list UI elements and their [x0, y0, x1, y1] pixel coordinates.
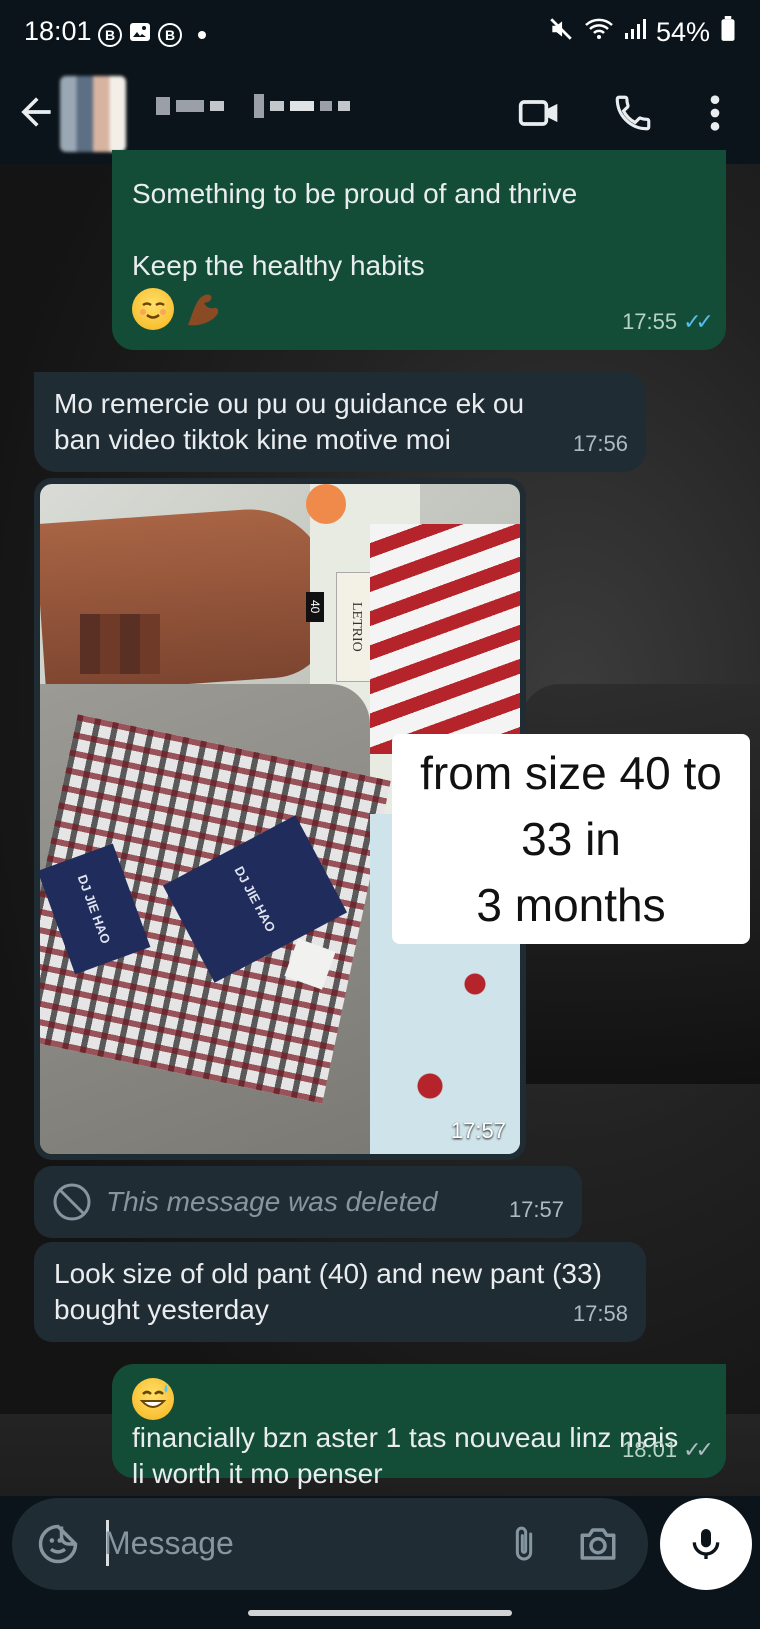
message-text-line: Keep the healthy habits: [132, 250, 425, 281]
camera-button[interactable]: [574, 1520, 622, 1568]
message-outgoing[interactable]: financially bzn aster 1 tas nouveau linz…: [112, 1364, 726, 1489]
b-badge-icon-2: B: [158, 22, 182, 47]
voice-call-button[interactable]: [606, 86, 660, 140]
camera-icon: [580, 1528, 616, 1560]
more-notifications-dot: [198, 30, 206, 39]
message-meta: 17:55 ✓✓: [622, 304, 714, 340]
system-nav-bar: [0, 1596, 760, 1629]
flexed-biceps-emoji: [182, 289, 222, 329]
message-time: 17:56: [572, 431, 628, 456]
message-time: 17:57: [508, 1197, 564, 1222]
status-right-icons: 54%: [548, 16, 736, 49]
message-meta: 17:58: [573, 1296, 628, 1332]
delivered-ticks-icon: ✓✓: [683, 1437, 714, 1462]
message-outgoing[interactable]: Something to be proud of and thrive Keep…: [112, 150, 726, 350]
message-meta: 17:56: [573, 426, 628, 462]
striped-fabric: [370, 524, 520, 754]
signal-icon: [624, 17, 646, 48]
deleted-message[interactable]: This message was deleted 17:57: [34, 1166, 582, 1238]
read-ticks-icon: ✓✓: [683, 309, 714, 334]
grinning-sweat-emoji: [132, 1378, 174, 1420]
message-text: Mo remercie ou pu ou guidance ek ou ban …: [54, 388, 525, 455]
wifi-icon: [584, 16, 614, 49]
message-text: Look size of old pant (40) and new pant …: [54, 1258, 602, 1325]
contact-avatar[interactable]: [60, 76, 126, 152]
microphone-icon: [692, 1529, 720, 1559]
video-call-button[interactable]: [512, 86, 566, 140]
message-composer[interactable]: Message: [12, 1498, 648, 1590]
message-body: financially bzn aster 1 tas nouveau linz…: [132, 1378, 692, 1492]
arrow-left-icon: [21, 97, 51, 127]
deleted-text: This message was deleted: [106, 1186, 438, 1217]
attach-button[interactable]: [500, 1520, 548, 1568]
gallery-icon: [128, 20, 152, 49]
message-meta: 17:57: [509, 1192, 564, 1228]
message-input[interactable]: Message: [104, 1525, 234, 1562]
battery-percent: 54%: [655, 17, 710, 47]
message-text: financially bzn aster 1 tas nouveau linz…: [132, 1422, 679, 1489]
size-40-tag: 40: [306, 592, 324, 622]
contact-name-redacted[interactable]: [156, 94, 350, 118]
image-time: 17:57: [450, 1118, 506, 1143]
image-overlay-caption: from size 40 to 33 in 3 months: [392, 734, 750, 944]
battery-icon: [720, 16, 736, 49]
message-emojis: [132, 288, 706, 330]
deleted-icon: [52, 1182, 92, 1231]
phone-icon: [615, 95, 651, 131]
more-options-button[interactable]: [688, 86, 742, 140]
status-time: 18:01: [24, 16, 92, 46]
message-meta: 18:01 ✓✓: [622, 1432, 714, 1468]
b-badge-icon: B: [98, 22, 122, 47]
message-text-line: Something to be proud of and thrive: [132, 178, 578, 209]
voice-record-button[interactable]: [660, 1498, 752, 1590]
flower-print: [306, 484, 346, 524]
relieved-face-emoji: [132, 288, 174, 330]
message-incoming[interactable]: Look size of old pant (40) and new pant …: [34, 1242, 646, 1342]
message-time: 17:55: [622, 309, 678, 334]
paperclip-icon: [515, 1526, 533, 1561]
status-notification-icons: B B: [98, 20, 206, 49]
message-incoming[interactable]: Mo remercie ou pu ou guidance ek ou ban …: [34, 372, 646, 472]
sticker-icon: [38, 1524, 78, 1564]
emoji-sticker-button[interactable]: [34, 1520, 82, 1568]
overlay-line: 3 months: [476, 879, 666, 931]
back-button[interactable]: [14, 90, 58, 134]
message-time: 18:01: [622, 1437, 678, 1462]
status-bar: 18:01 B B 54%: [0, 0, 760, 66]
message-time: 17:58: [572, 1301, 628, 1326]
video-call-icon: [518, 100, 558, 126]
overlay-line: 33 in: [521, 813, 621, 865]
overlay-line: from size 40 to: [420, 747, 722, 799]
home-gesture-handle[interactable]: [248, 1610, 512, 1616]
pixelated-region: [80, 614, 160, 674]
mute-icon: [548, 16, 574, 49]
more-vert-icon: [710, 95, 720, 131]
